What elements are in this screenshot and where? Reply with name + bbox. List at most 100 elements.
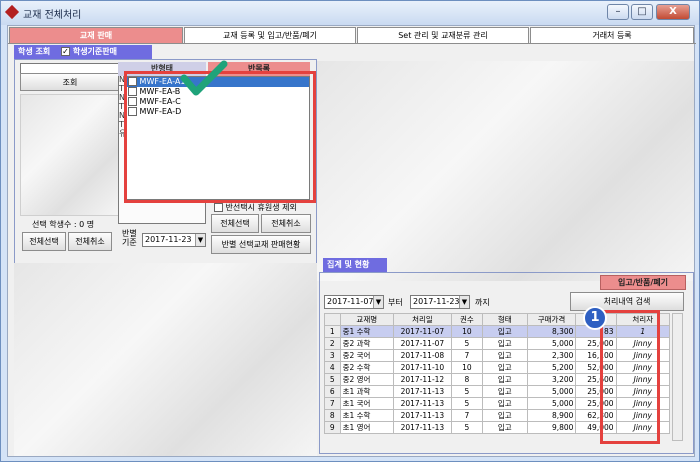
student-list[interactable]	[20, 94, 120, 216]
table-cell: 2017-11-13	[392, 385, 452, 398]
step-marker: 1	[583, 306, 607, 330]
client-area: 교재 판매 교재 등록 및 입고/반품/폐기 Set 관리 및 교재분류 관리 …	[7, 25, 696, 457]
minimize-button[interactable]: –	[607, 4, 629, 20]
tab-book-sales[interactable]: 교재 판매	[9, 27, 183, 43]
table-scrollbar[interactable]	[672, 313, 683, 441]
table-cell: 7	[450, 409, 484, 422]
title-bar: 교재 전체처리 – □ X	[1, 1, 699, 25]
tab-divider	[8, 43, 696, 44]
col-header: 형태	[482, 313, 528, 326]
table-cell: 초1 수학	[339, 409, 394, 422]
app-icon	[4, 4, 20, 20]
table-cell: 중2 과학	[339, 337, 394, 350]
table-cell: 중2 수학	[339, 361, 394, 374]
window-title: 교재 전체처리	[23, 10, 82, 21]
table-cell: 2017-11-12	[392, 373, 452, 386]
col-header	[324, 313, 341, 326]
table-cell: 5	[324, 373, 341, 386]
selected-count: 선택 학생수 : 0 명	[32, 220, 95, 229]
from-suffix: 부터	[388, 298, 403, 307]
table-cell: 입고	[482, 373, 528, 386]
table-cell: 5,000	[526, 385, 577, 398]
table-cell: 2,300	[526, 349, 577, 362]
exclude-option[interactable]: 반선택시 휴원생 제외	[214, 202, 297, 213]
student-header-label: 학생 조회	[18, 47, 51, 56]
student-based-label: 학생기준판매	[72, 47, 117, 56]
col-header: 교재명	[339, 313, 394, 326]
table-cell: 입고	[482, 421, 528, 434]
base-date-label: 반별 기준	[122, 229, 137, 247]
student-search-button[interactable]: 조회	[20, 73, 120, 91]
tab-set-management[interactable]: Set 관리 및 교재분류 관리	[357, 27, 529, 43]
table-cell: 8,300	[526, 325, 577, 338]
action-badge: 입고/반품/폐기	[600, 275, 686, 290]
table-cell: 2017-11-07	[392, 325, 452, 338]
table-cell: 입고	[482, 385, 528, 398]
table-cell: 입고	[482, 361, 528, 374]
table-cell: 2017-11-13	[392, 421, 452, 434]
table-cell: 5,200	[526, 361, 577, 374]
summary-header: 집계 및 현황	[323, 258, 387, 272]
chevron-down-icon[interactable]: ▼	[459, 296, 469, 308]
from-date-value: 2017-11-07	[327, 297, 374, 306]
table-cell: 5	[450, 397, 484, 410]
student-select-all-button[interactable]: 전체선택	[22, 232, 66, 251]
table-cell: 6	[324, 385, 341, 398]
student-based-checkbox[interactable]: ✓	[61, 47, 71, 56]
tab-book-register[interactable]: 교재 등록 및 입고/반품/폐기	[184, 27, 356, 43]
table-cell: 4	[324, 361, 341, 374]
exclude-label: 반선택시 휴원생 제외	[225, 203, 297, 212]
table-cell: 10	[450, 361, 484, 374]
class-deselect-all-button[interactable]: 전체취소	[261, 214, 311, 233]
table-cell: 2017-11-08	[392, 349, 452, 362]
to-date-value: 2017-11-23	[413, 297, 460, 306]
to-suffix: 까지	[475, 298, 490, 307]
from-date-picker[interactable]: 2017-11-07 ▼	[324, 295, 384, 309]
table-cell: 9	[324, 421, 341, 434]
table-cell: 2017-11-07	[392, 337, 452, 350]
table-cell: 2017-11-13	[392, 409, 452, 422]
table-cell: 5,000	[526, 397, 577, 410]
table-cell: 1	[324, 325, 341, 338]
table-cell: 5	[450, 421, 484, 434]
class-select-all-button[interactable]: 전체선택	[211, 214, 259, 233]
blurred-bottom-left	[14, 263, 317, 456]
table-cell: 2	[324, 337, 341, 350]
col-header: 처리일	[392, 313, 452, 326]
exclude-checkbox[interactable]	[214, 203, 223, 212]
table-cell: 입고	[482, 397, 528, 410]
student-deselect-all-button[interactable]: 전체취소	[68, 232, 112, 251]
table-cell: 2017-11-10	[392, 361, 452, 374]
col-header: 권수	[450, 313, 484, 326]
table-cell: 입고	[482, 409, 528, 422]
table-cell: 초1 과학	[339, 385, 394, 398]
base-date-value: 2017-11-23	[145, 235, 192, 244]
student-header: 학생 조회 ✓ 학생기준판매	[14, 45, 152, 59]
col-header: 구매가격	[526, 313, 577, 326]
app-window: 교재 전체처리 – □ X 교재 판매 교재 등록 및 입고/반품/폐기 Set…	[0, 0, 700, 462]
table-cell: 8,900	[526, 409, 577, 422]
table-cell: 3	[324, 349, 341, 362]
table-cell: 중1 수학	[339, 325, 394, 338]
highlight-box-handler	[600, 310, 660, 444]
blurred-right-panel	[317, 61, 694, 281]
close-button[interactable]: X	[656, 4, 690, 20]
chevron-down-icon[interactable]: ▼	[195, 234, 205, 246]
maximize-button[interactable]: □	[631, 4, 653, 20]
table-cell: 초1 영어	[339, 421, 394, 434]
to-date-picker[interactable]: 2017-11-23 ▼	[410, 295, 470, 309]
table-cell: 2017-11-13	[392, 397, 452, 410]
table-cell: 중2 국어	[339, 349, 394, 362]
table-cell: 3,200	[526, 373, 577, 386]
table-cell: 5	[450, 337, 484, 350]
table-cell: 5,000	[526, 337, 577, 350]
table-cell: 7	[450, 349, 484, 362]
chevron-down-icon[interactable]: ▼	[373, 296, 383, 308]
table-cell: 10	[450, 325, 484, 338]
table-cell: 입고	[482, 325, 528, 338]
base-date-picker[interactable]: 2017-11-23 ▼	[142, 233, 206, 247]
tab-vendor-register[interactable]: 거래처 등록	[530, 27, 694, 43]
table-cell: 입고	[482, 337, 528, 350]
class-sales-status-button[interactable]: 반별 선택교재 판매현황	[211, 235, 311, 254]
checkmark-icon	[180, 60, 228, 96]
